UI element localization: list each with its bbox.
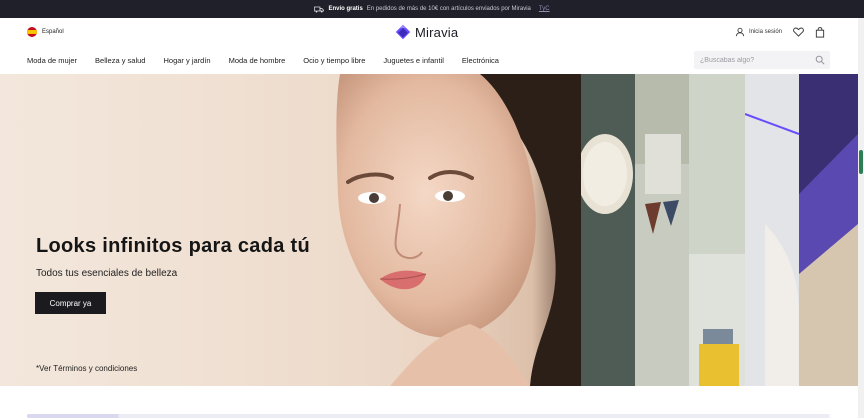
page: Envío gratis En pedidos de más de 10€ co… xyxy=(0,0,864,418)
language-label: Español xyxy=(42,29,64,35)
hero-title: Looks infinitos para cada tú xyxy=(36,235,310,257)
hero-panel-plate xyxy=(577,74,635,386)
hero-terms-link[interactable]: *Ver Términos y condiciones xyxy=(36,364,137,373)
header: Español Miravia Inicia sesión xyxy=(0,18,858,46)
category-nav: Moda de mujer Belleza y salud Hogar y ja… xyxy=(0,46,858,74)
language-selector[interactable]: Español xyxy=(27,27,64,37)
hero-panel-purple xyxy=(799,74,858,386)
promo-text: En pedidos de más de 10€ con artículos e… xyxy=(366,6,531,12)
shop-now-button[interactable]: Comprar ya xyxy=(35,292,106,314)
logo-text: Miravia xyxy=(415,24,459,40)
nav-item-juguetes[interactable]: Juguetes e infantil xyxy=(383,56,443,65)
spain-flag-icon xyxy=(27,27,37,37)
nav-item-belleza-salud[interactable]: Belleza y salud xyxy=(95,56,145,65)
cart-button[interactable] xyxy=(814,26,826,38)
hero-model-image xyxy=(336,74,582,386)
wishlist-button[interactable] xyxy=(792,26,804,38)
section-strip xyxy=(27,414,830,418)
shopping-bag-icon xyxy=(815,26,825,38)
nav-item-hogar-jardin[interactable]: Hogar y jardín xyxy=(163,56,210,65)
promo-free-shipping: Envío gratis xyxy=(328,6,363,12)
heart-icon xyxy=(792,27,804,37)
search-box xyxy=(694,51,830,69)
truck-icon xyxy=(314,6,325,13)
login-label: Inicia sesión xyxy=(748,29,782,35)
header-actions: Inicia sesión xyxy=(735,26,826,38)
category-list: Moda de mujer Belleza y salud Hogar y ja… xyxy=(27,46,499,74)
nav-item-ocio[interactable]: Ocio y tiempo libre xyxy=(303,56,365,65)
login-button[interactable]: Inicia sesión xyxy=(735,27,782,37)
scrollbar-thumb[interactable] xyxy=(859,150,863,174)
user-icon xyxy=(735,27,745,37)
nav-item-moda-hombre[interactable]: Moda de hombre xyxy=(229,56,286,65)
promo-terms-link[interactable]: TyC xyxy=(539,6,550,12)
search-input[interactable] xyxy=(700,56,810,64)
section-strip-segment xyxy=(27,414,119,418)
hero-panel-shelf xyxy=(689,74,745,386)
hero-subtitle: Todos tus esenciales de belleza xyxy=(36,268,178,279)
nav-item-electronica[interactable]: Electrónica xyxy=(462,56,499,65)
hero-panel-bunting xyxy=(635,74,689,386)
logo[interactable]: Miravia xyxy=(395,24,458,40)
miravia-logo-icon xyxy=(395,24,411,40)
nav-item-moda-mujer[interactable]: Moda de mujer xyxy=(27,56,77,65)
search-icon[interactable] xyxy=(815,55,825,65)
scrollbar[interactable] xyxy=(858,18,864,418)
hero-panel-kid xyxy=(744,74,800,386)
promo-bar: Envío gratis En pedidos de más de 10€ co… xyxy=(0,0,864,18)
hero-banner[interactable]: Looks infinitos para cada tú Todos tus e… xyxy=(0,74,858,386)
